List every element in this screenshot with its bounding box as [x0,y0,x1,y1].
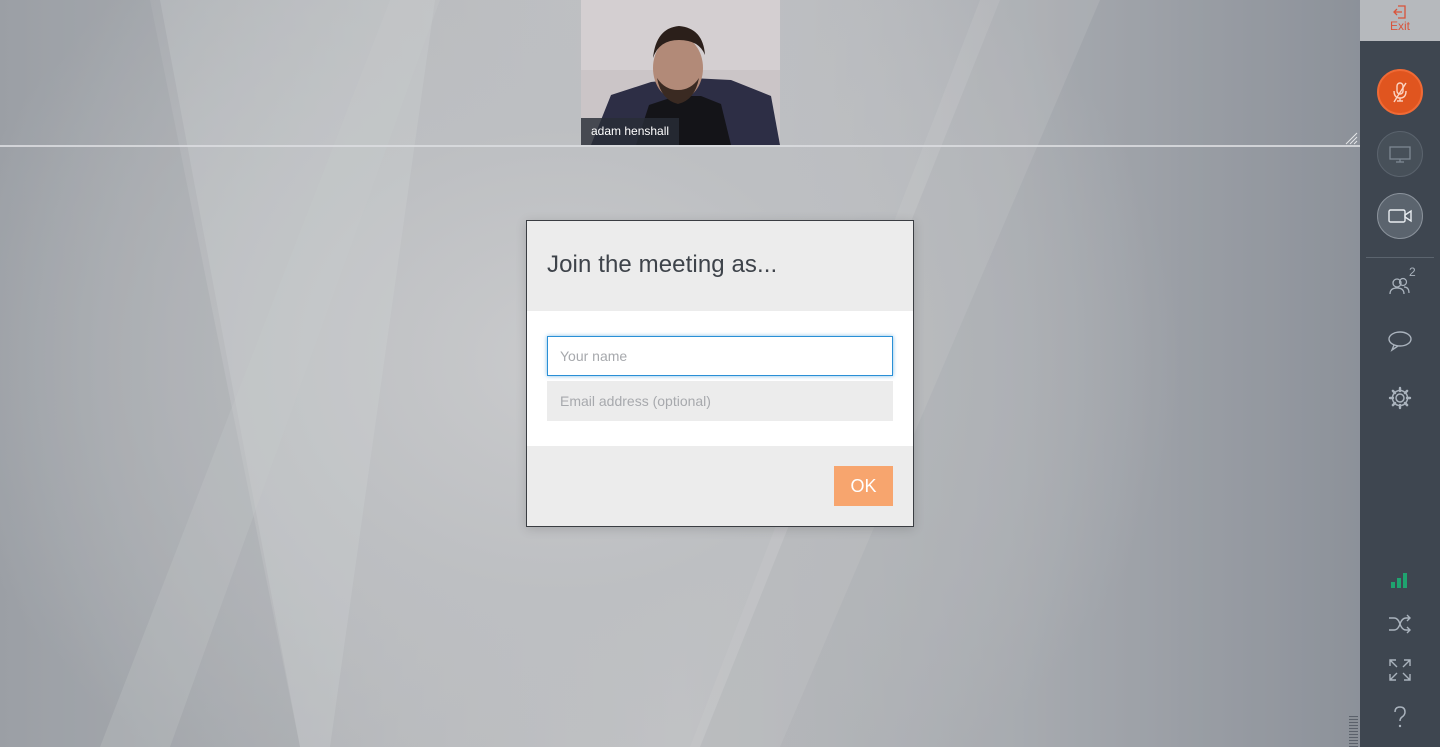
camera-toggle-button[interactable] [1377,193,1423,239]
exit-button[interactable]: Exit [1360,0,1440,41]
control-sidebar: Exit 2 [1360,0,1440,747]
dialog-footer: OK [527,446,913,526]
camera-icon [1388,209,1412,223]
sidebar-divider [1366,257,1434,258]
chat-button[interactable] [1380,323,1420,359]
settings-icon [1388,386,1412,410]
dialog-title: Join the meeting as... [547,251,778,278]
mute-toggle-button[interactable] [1377,69,1423,115]
fullscreen-icon [1389,659,1411,681]
name-input[interactable] [547,336,893,376]
fullscreen-button[interactable] [1380,652,1420,688]
join-meeting-dialog: Join the meeting as... OK [526,220,914,527]
help-icon [1394,706,1406,728]
dialog-header: Join the meeting as... [527,221,913,311]
switch-layout-button[interactable] [1380,606,1420,642]
meeting-stage: adam henshall Join the meeting as... OK [0,0,1360,747]
screen-share-icon [1389,146,1411,163]
scroll-handle[interactable] [1349,716,1358,747]
chat-icon [1388,331,1412,352]
participants-icon [1389,277,1410,295]
screen-share-button[interactable] [1377,131,1423,177]
dialog-body [527,311,913,446]
email-input[interactable] [547,381,893,421]
participants-count-badge: 2 [1409,265,1416,279]
participant-name-label: adam henshall [581,118,680,145]
resize-grip-icon[interactable] [1344,131,1358,145]
ok-button[interactable]: OK [834,466,893,506]
filmstrip-divider [0,145,1360,147]
participant-video-tile[interactable]: adam henshall [581,0,780,145]
participants-button[interactable]: 2 [1380,265,1420,304]
exit-label: Exit [1389,19,1410,33]
signal-bars-icon [1391,573,1407,588]
help-button[interactable] [1380,699,1420,735]
exit-icon [1393,5,1406,19]
connection-quality-indicator[interactable] [1380,562,1420,598]
shuffle-icon [1389,614,1411,634]
settings-button[interactable] [1380,380,1420,416]
mic-muted-icon [1393,82,1407,103]
